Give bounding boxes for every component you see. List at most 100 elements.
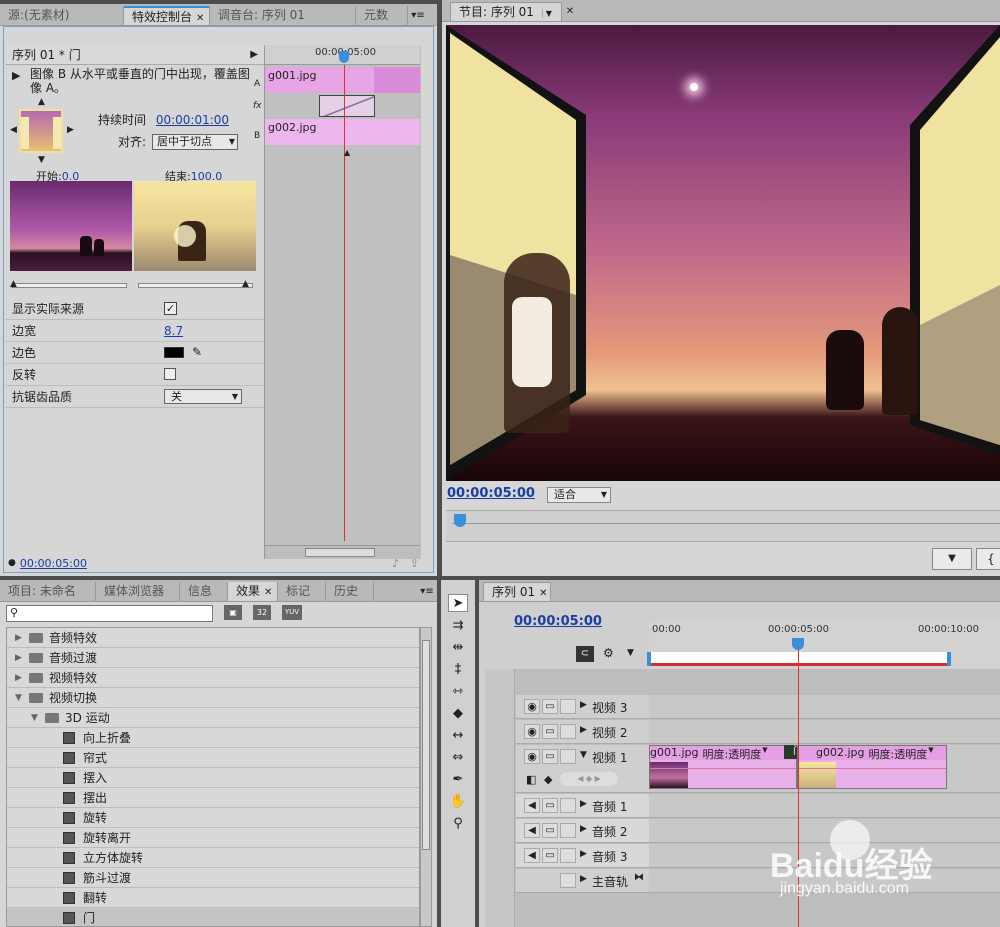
keyframe-display-icon[interactable]: ◧ [526, 773, 536, 786]
duration-value[interactable]: 00:00:01:00 [156, 113, 229, 127]
marker-button[interactable]: ▼ [932, 548, 972, 570]
eye-icon[interactable]: ◉ [524, 749, 540, 764]
effects-tree-item[interactable]: 摆入 [7, 768, 419, 788]
effects-tree-item[interactable]: ▼ 视频切换 [7, 688, 419, 708]
mini-clip-b[interactable]: g002.jpg [265, 119, 420, 145]
arrow-up-icon[interactable]: ▲ [38, 97, 45, 107]
effects-tree-item[interactable]: 旋转离开 [7, 828, 419, 848]
chevron-down-icon[interactable]: ▼ [928, 746, 933, 760]
master-icon[interactable]: ⧓ [634, 872, 644, 883]
lock-icon[interactable]: ▭ [542, 848, 558, 863]
close-icon[interactable]: ✕ [562, 2, 578, 21]
link-icon[interactable]: ⚙ [603, 646, 614, 660]
end-slider-handle[interactable]: ▲ [242, 279, 249, 289]
chevron-down-icon[interactable]: ▼ [580, 750, 587, 760]
chevron-right-icon[interactable]: ▶ [580, 700, 587, 710]
timeline-playhead-handle[interactable] [792, 638, 804, 650]
keyframe-nav[interactable]: ◀ ◆ ▶ [560, 772, 618, 786]
effects-tree-item[interactable]: 向上折叠 [7, 728, 419, 748]
sync-lock-icon[interactable] [560, 798, 576, 813]
chevron-down-icon[interactable]: ▼ [15, 693, 29, 703]
marker-icon[interactable]: ▼ [627, 648, 634, 658]
fit-select[interactable]: 适合 ▼ [547, 487, 611, 503]
32bit-effects-icon[interactable]: 32 [253, 605, 271, 620]
tab-audio-mixer[interactable]: 调音台: 序列 01 [210, 6, 356, 25]
arrow-left-icon[interactable]: ◀ [10, 125, 17, 135]
tab-sequence[interactable]: 序列 01 ✕ [483, 582, 551, 601]
eye-icon[interactable]: ◉ [524, 699, 540, 714]
clip-effect-label[interactable]: 明度:透明度 [869, 746, 928, 761]
effects-tree-item[interactable]: 旋转 [7, 808, 419, 828]
sync-lock-icon[interactable] [560, 749, 576, 764]
track-lane[interactable] [649, 819, 1000, 843]
mini-playhead-handle[interactable] [339, 51, 349, 63]
program-scrub-bar[interactable] [446, 510, 1000, 542]
align-select[interactable]: 居中于切点 ▼ [152, 133, 239, 150]
keyframe-add-icon[interactable]: ◆ [544, 773, 552, 786]
tab-source[interactable]: 源:(无素材) [0, 6, 124, 25]
tab-media-browser[interactable]: 媒体浏览器 [96, 582, 180, 601]
razor-tool-icon[interactable]: ◆ [448, 704, 468, 722]
slide-tool-icon[interactable]: ⇔ [448, 748, 468, 766]
sync-lock-icon[interactable] [560, 873, 576, 888]
lock-icon[interactable]: ▭ [542, 724, 558, 739]
start-slider-handle[interactable]: ▲ [10, 279, 17, 289]
work-area-end-handle[interactable] [947, 652, 951, 666]
effects-tree-item[interactable]: 立方体旋转 [7, 848, 419, 868]
work-area-start-handle[interactable] [647, 652, 651, 666]
start-slider[interactable] [12, 283, 127, 288]
program-playhead-handle[interactable] [454, 514, 466, 527]
lock-icon[interactable]: ▭ [542, 798, 558, 813]
arrow-down-icon[interactable]: ▼ [38, 155, 45, 165]
close-icon[interactable]: ✕ [196, 13, 204, 24]
reverse-checkbox[interactable] [164, 368, 176, 380]
effects-tree-item[interactable]: 门 [7, 908, 419, 926]
rate-stretch-tool-icon[interactable]: ⇿ [448, 682, 468, 700]
export-icon[interactable]: ⇪ [410, 557, 419, 570]
timeline-timecode[interactable]: 00:00:05:00 [514, 614, 602, 629]
track-lane[interactable] [649, 794, 1000, 818]
yuv-effects-icon[interactable]: YUV [282, 605, 302, 620]
end-slider[interactable] [138, 283, 253, 288]
show-source-checkbox[interactable]: ✓ [164, 302, 177, 315]
timeline-clip-g002[interactable]: g002.jpg 明度:透明度 ▼ [797, 745, 947, 789]
track-lane[interactable] [649, 720, 1000, 744]
effects-tree-item[interactable]: ▶ 视频特效 [7, 668, 419, 688]
tab-project[interactable]: 项目: 未命名 [0, 582, 96, 601]
audio-icon[interactable]: ♪ [392, 557, 399, 570]
footer-timecode[interactable]: 00:00:05:00 [20, 557, 87, 570]
mini-transition[interactable] [319, 95, 375, 117]
effects-tree-item[interactable]: 帘式 [7, 748, 419, 768]
hand-tool-icon[interactable]: ✋ [448, 792, 468, 810]
tab-program[interactable]: 节目: 序列 01 ▼ [450, 2, 562, 21]
selection-tool-icon[interactable]: ➤ [448, 594, 468, 612]
in-point-button[interactable]: { [976, 548, 1000, 570]
lock-icon[interactable]: ▭ [542, 749, 558, 764]
track-lane[interactable] [649, 869, 1000, 893]
play-icon[interactable]: ▶ [12, 69, 20, 82]
work-area-bar[interactable] [649, 652, 949, 666]
slip-tool-icon[interactable]: ↔ [448, 726, 468, 744]
antialias-select[interactable]: 关 ▼ [164, 389, 242, 404]
panel-menu-icon[interactable]: ▾≡ [408, 6, 428, 25]
tab-history[interactable]: 历史 [326, 582, 374, 601]
chevron-right-icon[interactable]: ▶ [580, 799, 587, 809]
chevron-down-icon[interactable]: ▼ [762, 746, 767, 760]
mini-clip-a[interactable]: g001.jpg [265, 67, 420, 93]
timeline-ruler[interactable]: 00:00 00:00:05:00 00:00:10:00 [647, 622, 1000, 668]
sync-lock-icon[interactable] [560, 699, 576, 714]
chevron-right-icon[interactable]: ▶ [580, 824, 587, 834]
timeline-clip-g001[interactable]: g001.jpg 明度:透明度 ▼ [649, 745, 797, 789]
arrow-right-icon[interactable]: ▶ [67, 125, 74, 135]
chevron-right-icon[interactable]: ▶ [15, 653, 29, 663]
chevron-right-icon[interactable]: ▶ [15, 633, 29, 643]
speaker-icon[interactable]: ◀ [524, 823, 540, 838]
track-lane[interactable]: g001.jpg明度:透明度▼门g002.jpg明度:透明度▼ [649, 745, 1000, 793]
track-select-tool-icon[interactable]: ⇉ [448, 616, 468, 634]
zoom-tool-icon[interactable]: ⚲ [448, 814, 468, 832]
snap-icon[interactable]: ⊂ [576, 646, 594, 662]
tab-metadata[interactable]: 元数 [356, 6, 408, 25]
tab-effects[interactable]: 效果 ✕ [228, 582, 278, 601]
sync-lock-icon[interactable] [560, 823, 576, 838]
effects-tree-item[interactable]: 筋斗过渡 [7, 868, 419, 888]
